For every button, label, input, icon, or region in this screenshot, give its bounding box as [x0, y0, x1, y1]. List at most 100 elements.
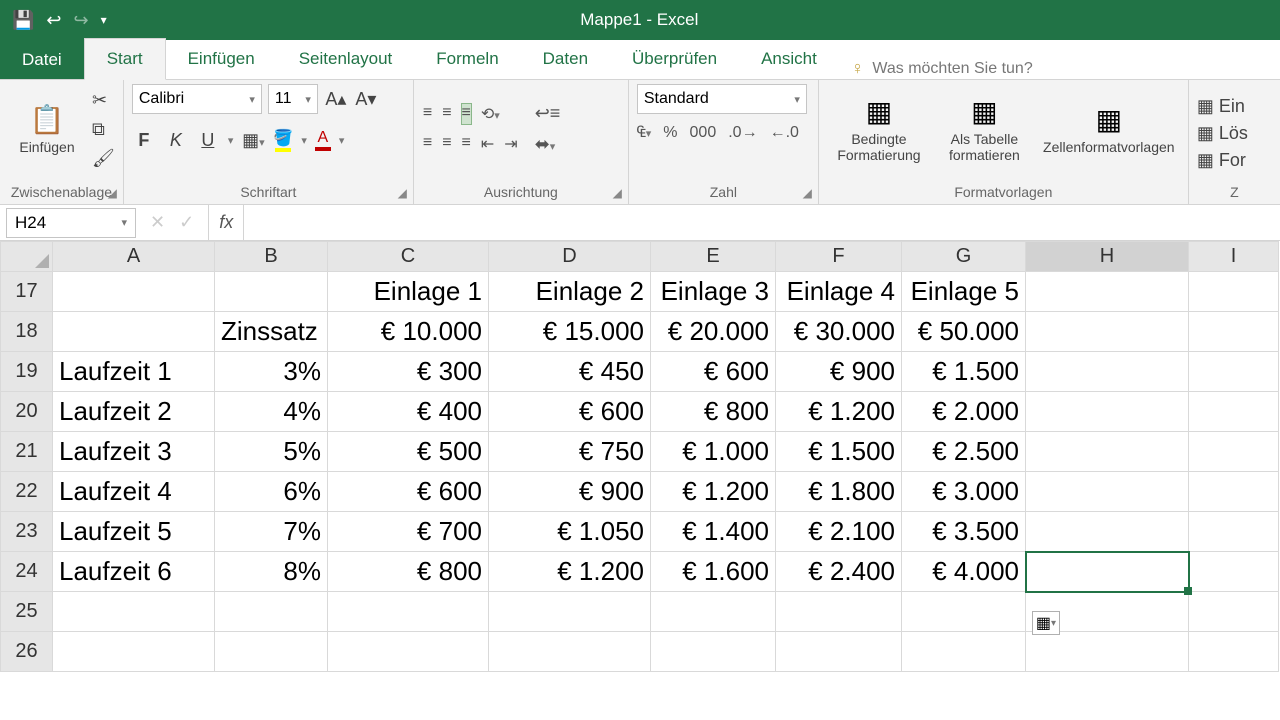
- cell-E17[interactable]: Einlage 3: [651, 272, 776, 312]
- cell-D26[interactable]: [489, 632, 651, 672]
- fill-color-button[interactable]: 🪣: [273, 128, 293, 152]
- cell-G20[interactable]: € 2.000: [902, 392, 1026, 432]
- cell-A20[interactable]: Laufzeit 2: [53, 392, 215, 432]
- tab-pagelayout[interactable]: Seitenlayout: [277, 39, 415, 79]
- tab-start[interactable]: Start: [84, 38, 166, 80]
- cell-I22[interactable]: [1189, 472, 1279, 512]
- chevron-down-icon[interactable]: ▾: [339, 134, 345, 147]
- redo-icon[interactable]: ↪: [74, 10, 89, 31]
- cell-D18[interactable]: € 15.000: [489, 312, 651, 352]
- cell-B25[interactable]: [215, 592, 328, 632]
- name-box[interactable]: H24 ▾: [6, 208, 136, 238]
- cell-I24[interactable]: [1189, 552, 1279, 592]
- cell-G18[interactable]: € 50.000: [902, 312, 1026, 352]
- comma-format-icon[interactable]: 000: [690, 124, 717, 142]
- fill-handle[interactable]: [1184, 587, 1192, 595]
- cell-I20[interactable]: [1189, 392, 1279, 432]
- cell-F23[interactable]: € 2.100: [776, 512, 902, 552]
- cell-D17[interactable]: Einlage 2: [489, 272, 651, 312]
- cell-H18[interactable]: [1026, 312, 1189, 352]
- cell-G23[interactable]: € 3.500: [902, 512, 1026, 552]
- cell-G25[interactable]: [902, 592, 1026, 632]
- cell-C20[interactable]: € 400: [328, 392, 489, 432]
- select-all-corner[interactable]: [1, 242, 53, 272]
- save-icon[interactable]: 💾: [12, 10, 34, 31]
- cell-E18[interactable]: € 20.000: [651, 312, 776, 352]
- chevron-down-icon[interactable]: ▾: [228, 134, 234, 147]
- cell-C25[interactable]: [328, 592, 489, 632]
- cell-E20[interactable]: € 800: [651, 392, 776, 432]
- row-header-19[interactable]: 19: [1, 352, 53, 392]
- align-left-icon[interactable]: ≡: [422, 133, 433, 155]
- row-header-25[interactable]: 25: [1, 592, 53, 632]
- cell-I26[interactable]: [1189, 632, 1279, 672]
- format-painter-icon[interactable]: 🖌: [92, 148, 115, 169]
- cell-H24[interactable]: [1026, 552, 1189, 592]
- cell-I19[interactable]: [1189, 352, 1279, 392]
- cell-D24[interactable]: € 1.200: [489, 552, 651, 592]
- cell-E22[interactable]: € 1.200: [651, 472, 776, 512]
- increase-decimal-icon[interactable]: .0→: [728, 124, 757, 142]
- cell-B23[interactable]: 7%: [215, 512, 328, 552]
- cell-F17[interactable]: Einlage 4: [776, 272, 902, 312]
- cell-A18[interactable]: [53, 312, 215, 352]
- cell-E21[interactable]: € 1.000: [651, 432, 776, 472]
- cell-H17[interactable]: [1026, 272, 1189, 312]
- cell-F24[interactable]: € 2.400: [776, 552, 902, 592]
- row-header-23[interactable]: 23: [1, 512, 53, 552]
- cell-A24[interactable]: Laufzeit 6: [53, 552, 215, 592]
- delete-cells-button[interactable]: ▦ Lös: [1197, 123, 1248, 144]
- row-header-18[interactable]: 18: [1, 312, 53, 352]
- align-top-icon[interactable]: ≡: [422, 103, 433, 125]
- cell-D19[interactable]: € 450: [489, 352, 651, 392]
- cell-E26[interactable]: [651, 632, 776, 672]
- cell-G26[interactable]: [902, 632, 1026, 672]
- cell-G17[interactable]: Einlage 5: [902, 272, 1026, 312]
- bold-button[interactable]: F: [132, 130, 156, 151]
- cell-G22[interactable]: € 3.000: [902, 472, 1026, 512]
- cell-B21[interactable]: 5%: [215, 432, 328, 472]
- cell-D23[interactable]: € 1.050: [489, 512, 651, 552]
- cell-C23[interactable]: € 700: [328, 512, 489, 552]
- cell-E24[interactable]: € 1.600: [651, 552, 776, 592]
- enter-formula-icon[interactable]: ✓: [179, 212, 194, 233]
- number-format-dropdown[interactable]: Standard▾: [637, 84, 807, 114]
- undo-icon[interactable]: ↩: [46, 10, 61, 31]
- col-header-A[interactable]: A: [53, 242, 215, 272]
- cell-F21[interactable]: € 1.500: [776, 432, 902, 472]
- cell-F22[interactable]: € 1.800: [776, 472, 902, 512]
- cell-C26[interactable]: [328, 632, 489, 672]
- copy-icon[interactable]: ⧉: [92, 119, 115, 140]
- cell-E25[interactable]: [651, 592, 776, 632]
- border-button[interactable]: ▦▾: [241, 130, 265, 151]
- tab-view[interactable]: Ansicht: [739, 39, 839, 79]
- cell-F25[interactable]: [776, 592, 902, 632]
- cell-C24[interactable]: € 800: [328, 552, 489, 592]
- cell-H21[interactable]: [1026, 432, 1189, 472]
- cell-B17[interactable]: [215, 272, 328, 312]
- cell-B18[interactable]: Zinssatz: [215, 312, 328, 352]
- cell-E23[interactable]: € 1.400: [651, 512, 776, 552]
- wrap-text-icon[interactable]: ↩≡: [535, 103, 561, 124]
- align-bottom-icon[interactable]: ≡: [461, 103, 472, 125]
- cell-F20[interactable]: € 1.200: [776, 392, 902, 432]
- cell-A22[interactable]: Laufzeit 4: [53, 472, 215, 512]
- launcher-icon[interactable]: ◢: [803, 186, 812, 200]
- merge-center-icon[interactable]: ⬌▾: [535, 134, 561, 155]
- worksheet-grid[interactable]: A B C D E F G H I 17Einlage 1Einlage 2Ei…: [0, 241, 1280, 672]
- cell-G19[interactable]: € 1.500: [902, 352, 1026, 392]
- col-header-B[interactable]: B: [215, 242, 328, 272]
- paste-button[interactable]: 📋 Einfügen: [8, 84, 86, 174]
- accounting-format-icon[interactable]: ₠▾: [637, 124, 651, 142]
- indent-decrease-icon[interactable]: ⇤: [480, 133, 495, 155]
- cell-D22[interactable]: € 900: [489, 472, 651, 512]
- cell-A25[interactable]: [53, 592, 215, 632]
- cell-styles-button[interactable]: ▦ Zellenformatvorlagen: [1038, 84, 1180, 174]
- cut-icon[interactable]: ✂: [92, 90, 115, 111]
- row-header-21[interactable]: 21: [1, 432, 53, 472]
- cell-F26[interactable]: [776, 632, 902, 672]
- launcher-icon[interactable]: ◢: [108, 186, 117, 200]
- row-header-24[interactable]: 24: [1, 552, 53, 592]
- col-header-D[interactable]: D: [489, 242, 651, 272]
- underline-button[interactable]: U: [196, 130, 220, 151]
